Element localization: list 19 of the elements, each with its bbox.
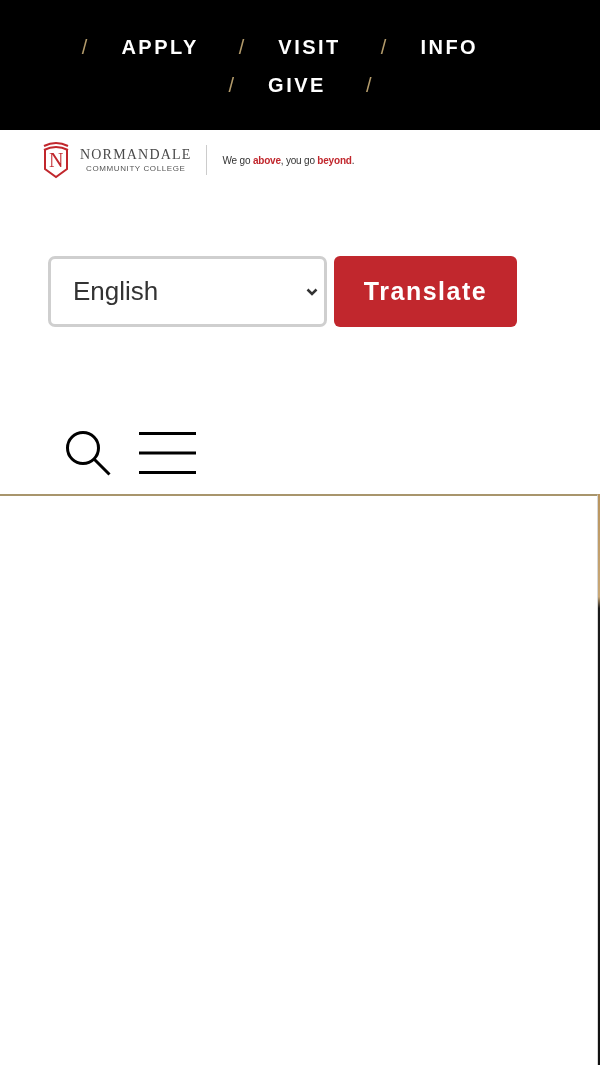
slash-separator: / [228,73,235,98]
slash-separator: / [380,35,387,60]
nav-link[interactable]: APPLY [121,28,199,66]
shield-icon [42,141,70,179]
chevron-down-icon [306,287,318,296]
college-subtitle: COMMUNITY COLLEGE [86,164,186,173]
nav-link[interactable]: INFO [420,28,479,66]
translate-button[interactable]: Translate [334,256,517,327]
slash-separator: / [365,73,372,98]
slash-separator: / [238,35,245,60]
nav-link[interactable]: VISIT [278,28,341,66]
menu-icon[interactable] [139,432,196,474]
logo-letter: N [49,150,64,170]
language-select[interactable]: English [48,256,327,327]
search-icon[interactable] [65,430,111,476]
tagline: We go above, you go beyond. [222,154,355,166]
college-name: NORMANDALE [80,147,192,163]
nav-link[interactable]: GIVE [268,66,326,104]
slash-separator: / [81,35,88,60]
